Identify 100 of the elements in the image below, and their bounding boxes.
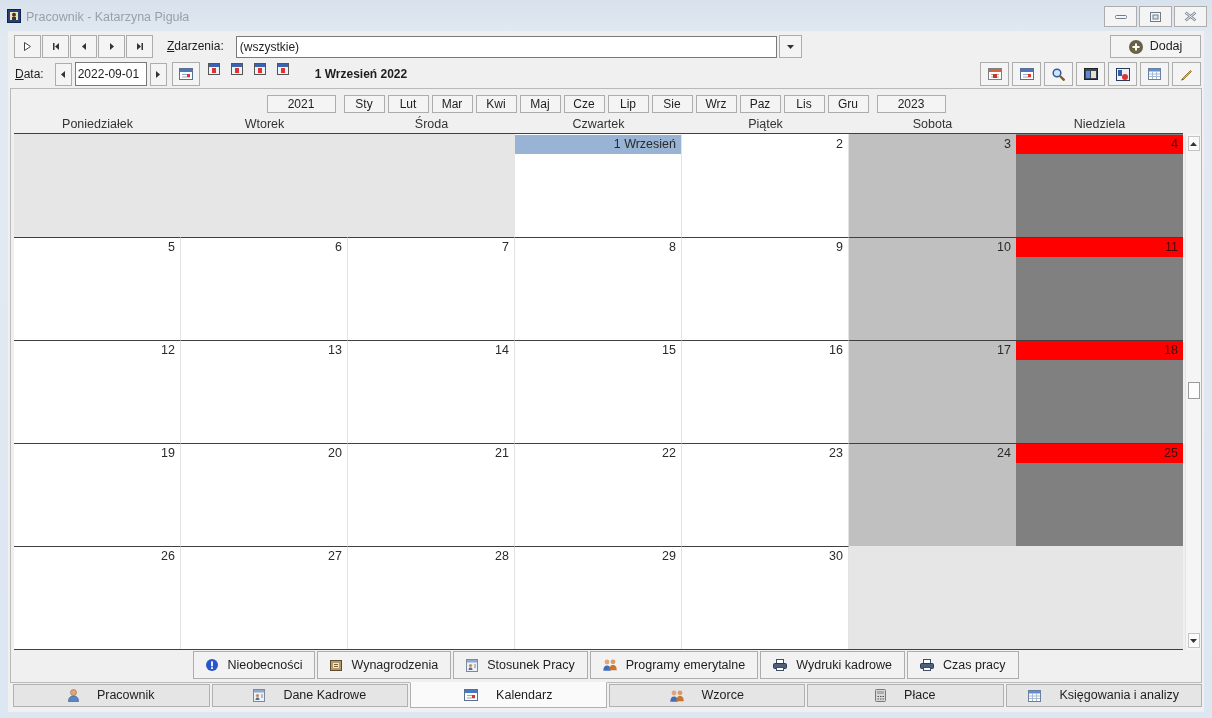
day-number: 18 [1164, 343, 1178, 358]
scroll-down-button[interactable] [1187, 633, 1200, 648]
day-cell[interactable]: 19 [14, 443, 181, 546]
play-button[interactable] [14, 35, 41, 58]
day-number: 1 Wrzesień [613, 137, 676, 152]
day-cell[interactable]: 20 [181, 443, 348, 546]
month-button[interactable]: Sie [651, 95, 693, 113]
day-cell[interactable]: 4 [1016, 134, 1183, 237]
scrollbar-thumb[interactable] [1187, 382, 1200, 399]
day-number: 29 [662, 549, 676, 564]
weekday-header: Środa [414, 117, 449, 132]
day-cell[interactable]: 3 [849, 134, 1016, 237]
day-cell[interactable]: 18 [1016, 340, 1183, 443]
events-filter-field[interactable]: (wszystkie) [235, 35, 777, 58]
day-cell[interactable]: 23 [682, 443, 849, 546]
weekday-header: Wtorek [244, 117, 285, 132]
calendar-icon[interactable] [253, 63, 266, 75]
current-date: 1 Wrzesień 2022 [314, 66, 408, 82]
day-cell[interactable]: 13 [181, 340, 348, 443]
day-cell[interactable]: 30 [682, 546, 849, 649]
weekday-header: Sobota [912, 117, 953, 132]
first-button[interactable] [42, 35, 69, 58]
tab[interactable]: Księgowania i analizy [1005, 684, 1202, 707]
tab[interactable]: Wzorce [608, 684, 805, 707]
minimize-button[interactable] [1104, 6, 1137, 27]
calendar-icon[interactable] [207, 63, 220, 75]
day-cell[interactable]: 2 [682, 134, 849, 237]
dropdown-button[interactable] [778, 35, 802, 58]
year-button[interactable]: 2023 [876, 95, 946, 113]
document-icon [330, 659, 343, 671]
tab[interactable]: Kalendarz [410, 682, 607, 708]
month-button[interactable]: Cze [563, 95, 605, 113]
tab[interactable]: Pracownik [13, 684, 210, 707]
calendar-icon[interactable] [230, 63, 243, 75]
table-icon [1028, 689, 1042, 702]
section-button[interactable]: Wynagrodzenia [317, 651, 452, 679]
day-cell[interactable]: 15 [515, 340, 682, 443]
date-field[interactable]: 2022-09-01 [74, 62, 147, 86]
calendar-icon[interactable] [276, 63, 289, 75]
person-icon [67, 689, 79, 702]
day-cell[interactable]: 21 [348, 443, 515, 546]
month-button[interactable]: Lut [387, 95, 429, 113]
section-button[interactable]: Wydruki kadrowe [760, 651, 906, 679]
month-button[interactable]: Lis [783, 95, 825, 113]
month-button[interactable]: Mar [431, 95, 473, 113]
day-cell[interactable]: 28 [348, 546, 515, 649]
day-cell[interactable]: 26 [14, 546, 181, 649]
section-button[interactable]: Programy emerytalne [589, 651, 759, 679]
day-cell[interactable]: 29 [515, 546, 682, 649]
year-button[interactable]: 2021 [266, 95, 336, 113]
day-number: 5 [168, 240, 175, 255]
day-number: 2 [836, 137, 843, 152]
section-button[interactable]: Nieobecności [193, 651, 316, 679]
calendar-button[interactable] [171, 62, 200, 86]
day-number: 17 [997, 343, 1011, 358]
next-button[interactable] [98, 35, 125, 58]
add-button[interactable]: Dodaj [1110, 35, 1201, 58]
month-button[interactable]: Paz [739, 95, 781, 113]
day-cell[interactable]: 17 [849, 340, 1016, 443]
day-cell[interactable]: 8 [515, 237, 682, 340]
day-cell[interactable]: 16 [682, 340, 849, 443]
day-number: 23 [829, 446, 843, 461]
previous-button[interactable] [70, 35, 97, 58]
day-cell[interactable]: 1 Wrzesień [515, 134, 682, 237]
day-cell[interactable]: 6 [181, 237, 348, 340]
day-cell[interactable]: 22 [515, 443, 682, 546]
month-button[interactable]: Gru [827, 95, 869, 113]
section-button[interactable]: Czas pracy [907, 651, 1019, 679]
id-card-icon [253, 689, 266, 702]
day-number: 14 [495, 343, 509, 358]
people-icon [602, 659, 617, 671]
month-button[interactable]: Maj [519, 95, 561, 113]
day-number: 22 [662, 446, 676, 461]
next-date-button[interactable] [149, 62, 167, 86]
day-cell[interactable]: 5 [14, 237, 181, 340]
scrollbar[interactable] [1185, 134, 1201, 650]
month-button[interactable]: Lip [607, 95, 649, 113]
day-number: 28 [495, 549, 509, 564]
toolbar-button[interactable] [1076, 62, 1105, 86]
section-button[interactable]: Stosunek Pracy [453, 651, 588, 679]
day-cell[interactable]: 9 [682, 237, 849, 340]
month-button[interactable]: Sty [343, 95, 385, 113]
previous-date-button[interactable] [54, 62, 72, 86]
day-cell[interactable]: 10 [849, 237, 1016, 340]
month-button[interactable]: Wrz [695, 95, 737, 113]
toolbar-button[interactable] [1044, 62, 1073, 86]
month-button[interactable]: Kwi [475, 95, 517, 113]
day-cell[interactable]: 27 [181, 546, 348, 649]
day-cell[interactable]: 25 [1016, 443, 1183, 546]
day-cell[interactable]: 14 [348, 340, 515, 443]
day-cell[interactable]: 12 [14, 340, 181, 443]
tab[interactable]: Płace [807, 684, 1004, 707]
day-cell[interactable]: 7 [348, 237, 515, 340]
scroll-up-button[interactable] [1187, 136, 1200, 151]
day-cell[interactable]: 11 [1016, 237, 1183, 340]
tab[interactable]: Dane Kadrowe [211, 684, 408, 707]
last-button[interactable] [126, 35, 153, 58]
day-cell[interactable]: 24 [849, 443, 1016, 546]
toolbar-button[interactable] [1108, 62, 1137, 86]
restore-button[interactable] [1139, 6, 1172, 27]
